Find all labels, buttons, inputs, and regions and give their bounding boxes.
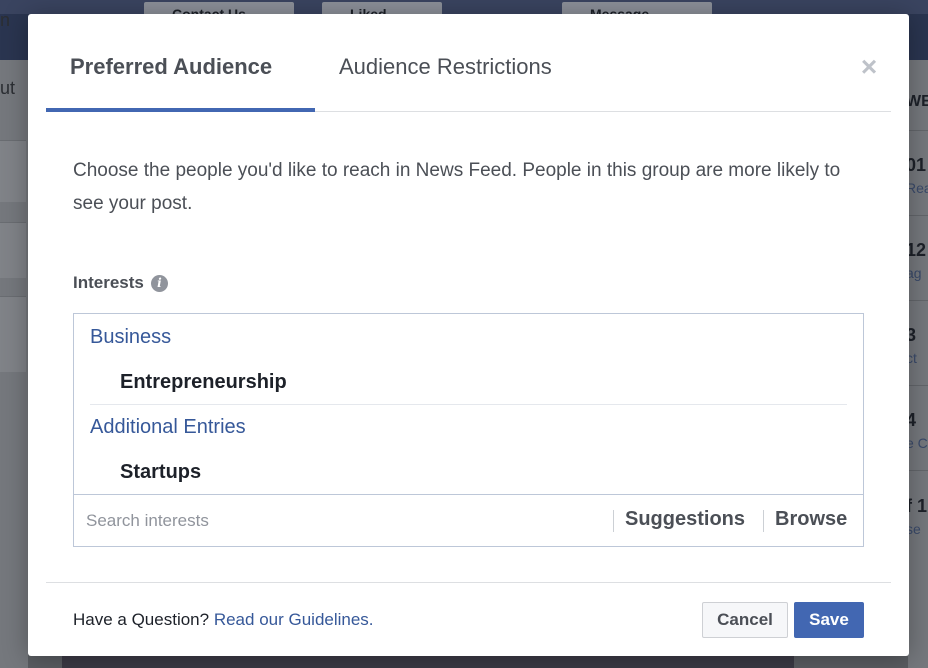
cancel-button[interactable]: Cancel: [702, 602, 788, 638]
interests-heading: Interests i: [73, 273, 168, 293]
footer-help: Have a Question? Read our Guidelines.: [73, 610, 374, 630]
bg-right-divider: [908, 385, 928, 386]
footer-question: Have a Question?: [73, 610, 210, 629]
separator: [763, 510, 764, 532]
selected-interests-list: Business Entrepreneurship Additional Ent…: [74, 314, 863, 495]
interest-item-entrepreneurship[interactable]: Entrepreneurship: [120, 371, 287, 394]
guidelines-link[interactable]: Read our Guidelines.: [214, 610, 374, 629]
footer-divider: [46, 582, 891, 583]
interest-category-additional-entries[interactable]: Additional Entries: [90, 416, 246, 439]
tab-bar: Preferred Audience Audience Restrictions: [46, 14, 891, 112]
bg-right-divider: [908, 215, 928, 216]
bg-right-divider: [908, 300, 928, 301]
bg-left-fragment: ut: [0, 78, 16, 98]
bg-right-divider: [908, 470, 928, 471]
bg-left-card: [0, 296, 26, 372]
bg-right-header: WE: [906, 93, 928, 110]
interest-search-row: Suggestions Browse: [74, 495, 863, 546]
tab-preferred-audience[interactable]: Preferred Audience: [70, 54, 272, 80]
interest-item-startups[interactable]: Startups: [120, 461, 201, 484]
bg-right-value: 01: [906, 155, 927, 175]
interest-category-business[interactable]: Business: [90, 326, 171, 349]
close-icon[interactable]: ×: [858, 53, 880, 81]
bg-right-sub: e C: [906, 435, 928, 451]
interests-label: Interests: [73, 273, 144, 292]
active-tab-indicator: [46, 108, 315, 112]
background-cover-strip: [0, 0, 928, 14]
separator: [613, 510, 614, 532]
search-interests-input[interactable]: [86, 507, 596, 535]
bg-left-card: [0, 140, 26, 202]
save-button[interactable]: Save: [794, 602, 864, 638]
bg-right-sub: Rea: [906, 180, 928, 196]
bg-right-divider: [908, 130, 928, 131]
bg-right-value: 12: [906, 240, 927, 260]
intro-text: Choose the people you'd like to reach in…: [73, 160, 841, 214]
interest-selector: Business Entrepreneurship Additional Ent…: [73, 313, 864, 547]
bg-left-fragment: n: [0, 10, 11, 30]
group-divider: [90, 404, 847, 405]
bg-left-card: [0, 222, 26, 278]
suggestions-button[interactable]: Suggestions: [625, 508, 745, 531]
bg-right-value: f 1: [906, 496, 928, 516]
tab-audience-restrictions[interactable]: Audience Restrictions: [339, 54, 552, 80]
audience-dialog: Preferred Audience Audience Restrictions…: [28, 14, 909, 656]
browse-button[interactable]: Browse: [775, 508, 847, 531]
info-icon[interactable]: i: [150, 274, 168, 292]
